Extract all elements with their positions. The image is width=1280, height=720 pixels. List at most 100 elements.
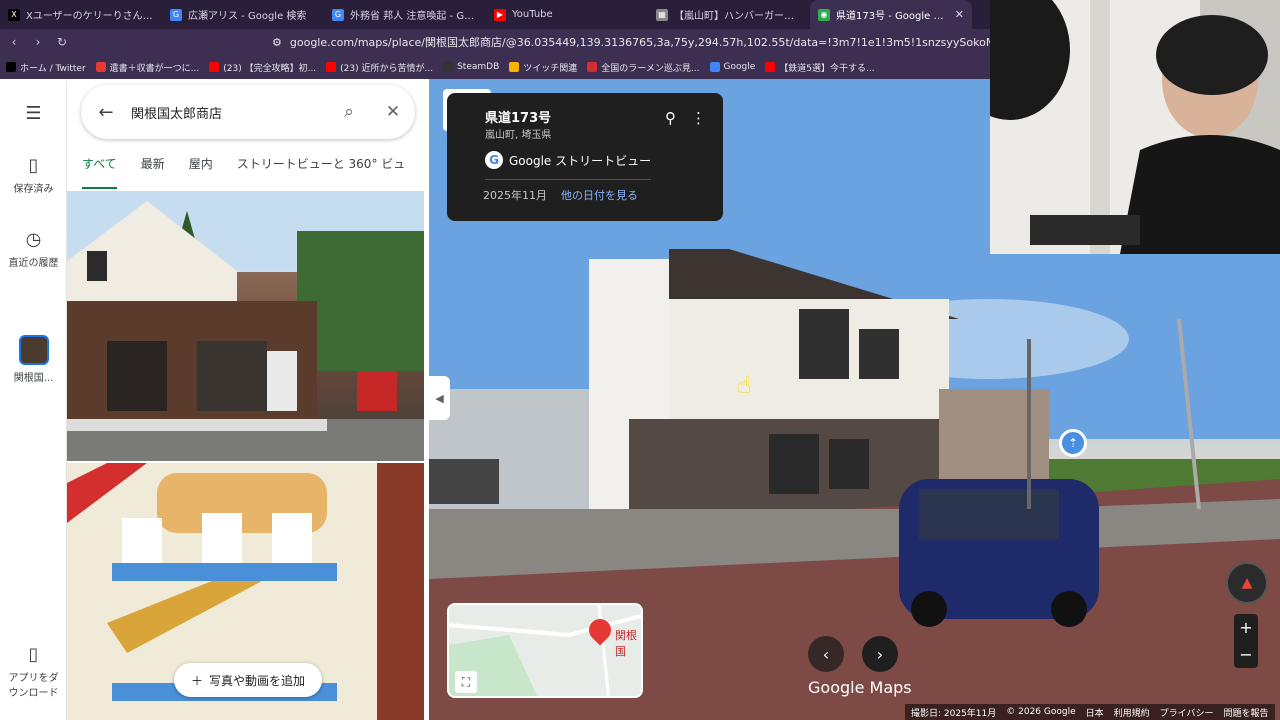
bookmark-label: SteamDB — [457, 62, 500, 72]
chevron-left-icon: ◀ — [435, 391, 444, 405]
bookmark-favicon-icon — [765, 62, 776, 72]
forward-icon[interactable]: › — [28, 35, 48, 49]
recent-button[interactable]: ◷ 直近の履歴 — [0, 229, 67, 269]
tab-title: 【嵐山町】ハンバーガーの自販機を発見! — [674, 11, 802, 22]
tab-3[interactable]: ▶ YouTube — [486, 0, 648, 29]
left-rail: ☰ ▯ 保存済み ◷ 直近の履歴 関根国... ▯ アプリをダウンロード — [0, 79, 67, 720]
search-box[interactable]: ← 関根国太郎商店 ⌕ ✕ — [81, 85, 415, 139]
previous-arrow-button[interactable]: ‹ — [808, 636, 844, 672]
plus-icon: ＋ — [190, 673, 203, 688]
tab-2[interactable]: G 外務省 邦人 注意喚起 - Google 検索 — [324, 0, 486, 29]
copyright: © 2026 Google — [1006, 707, 1076, 717]
close-tab-icon[interactable]: ✕ — [955, 8, 964, 21]
location-info-card: 県道173号 嵐山町, 埼玉県 ⚲ ⋮ G Google ストリートビュー 20… — [447, 93, 723, 221]
pin-icon[interactable]: ⚲ — [665, 109, 676, 127]
search-icon[interactable]: ⌕ — [327, 102, 371, 122]
upload-marker-icon[interactable]: ⇡ — [1059, 429, 1087, 457]
add-photo-label: 写真や動画を追加 — [209, 673, 306, 688]
place-thumbnail — [18, 335, 49, 365]
bookmark-item[interactable]: (23) 【完全攻略】初... — [209, 61, 316, 74]
tab-favicon-icon: G — [170, 8, 182, 21]
add-photo-button[interactable]: ＋ 写真や動画を追加 — [174, 663, 322, 697]
bookmark-label: (23) 近所から苦情が... — [340, 63, 434, 74]
tab-streetview[interactable]: ストリートビューと 360° ビュ — [237, 155, 406, 191]
back-arrow-icon[interactable]: ← — [81, 102, 131, 123]
bookmark-favicon-icon — [709, 62, 720, 72]
more-options-icon[interactable]: ⋮ — [691, 109, 706, 127]
tab-title: Xユーザーのケリーりさん「夏 https://t.co/ — [26, 11, 154, 22]
compass-button[interactable]: ▲ — [1226, 562, 1268, 604]
saved-button[interactable]: ▯ 保存済み — [0, 155, 67, 195]
photo-filter-tabs: すべて 最新 屋内 ストリートビューと 360° ビュ — [67, 155, 429, 191]
bookmark-item[interactable]: Google — [709, 62, 756, 72]
site-info-icon[interactable]: ⚙ — [272, 36, 282, 49]
google-logo-icon: G — [485, 151, 503, 169]
bookmark-item[interactable]: SteamDB — [443, 62, 499, 72]
close-icon[interactable]: ✕ — [371, 102, 415, 122]
expand-icon[interactable]: ⛶ — [455, 671, 477, 693]
tab-0[interactable]: X Xユーザーのケリーりさん「夏 https://t.co/ — [0, 0, 162, 29]
bookmark-favicon-icon — [209, 62, 220, 72]
shop-photo-image — [67, 191, 424, 461]
road-title: 県道173号 — [485, 111, 552, 126]
menu-button[interactable]: ☰ — [0, 103, 67, 128]
bookmarks-bar: ホーム / Twitter 遺書＋収書が一つに... (23) 【完全攻略】初...… — [0, 55, 990, 79]
bookmark-item[interactable]: 全国のラーメン巡ぶ見... — [587, 61, 700, 74]
bookmark-item[interactable]: (23) 近所から苦情が... — [326, 61, 433, 74]
tab-latest[interactable]: 最新 — [141, 155, 165, 191]
streetview-attribution: G Google ストリートビュー — [485, 151, 651, 169]
capture-info: 撮影日: 2025年11月 — [911, 708, 997, 719]
country-link[interactable]: 日本 — [1086, 706, 1104, 719]
tab-favicon-icon: ◉ — [818, 8, 830, 21]
download-label: アプリをダウンロード — [8, 673, 59, 699]
search-input[interactable]: 関根国太郎商店 — [131, 103, 327, 122]
bookmark-item[interactable]: ホーム / Twitter — [6, 61, 86, 74]
google-maps-logo: Google Maps — [808, 678, 912, 697]
divider — [485, 179, 651, 180]
bookmark-label: 【鉄道5選】今干する... — [779, 63, 875, 74]
tab-1[interactable]: G 広瀬アリス - Google 検索 — [162, 0, 324, 29]
tab-favicon-icon: ▦ — [656, 8, 668, 21]
other-dates-link[interactable]: 他の日付を見る — [561, 187, 638, 203]
tab-title: 広瀬アリス - Google 検索 — [188, 11, 307, 22]
bookmark-favicon-icon — [509, 62, 520, 72]
bookmark-favicon-icon — [6, 62, 16, 72]
tab-indoor[interactable]: 屋内 — [189, 155, 213, 191]
bookmark-label: 全国のラーメン巡ぶ見... — [601, 63, 700, 74]
collapse-panel-button[interactable]: ◀ — [429, 376, 450, 420]
tab-favicon-icon: X — [8, 8, 20, 21]
next-arrow-button[interactable]: › — [862, 636, 898, 672]
privacy-link[interactable]: プライバシー — [1160, 706, 1214, 719]
tab-all[interactable]: すべて — [82, 155, 117, 189]
bookmark-item[interactable]: 【鉄道5選】今干する... — [765, 61, 875, 74]
bookmark-item[interactable]: 遺書＋収書が一つに... — [95, 61, 200, 74]
service-label: Google ストリートビュー — [509, 153, 652, 168]
recent-place[interactable]: 関根国... — [0, 335, 67, 384]
address-bar[interactable]: ⚙ google.com/maps/place/関根国太郎商店/@36.0354… — [272, 34, 990, 50]
bookmark-label: 遺書＋収書が一つに... — [109, 63, 200, 74]
hand-cursor-icon: ☝ — [737, 371, 752, 399]
capture-date: 2025年11月 — [483, 189, 547, 202]
streamer-webcam-image — [990, 0, 1280, 254]
zoom-out-button[interactable]: − — [1234, 641, 1258, 668]
minimap-image — [449, 605, 641, 696]
recent-place-label: 関根国... — [13, 373, 54, 384]
zoom-in-button[interactable]: + — [1234, 614, 1258, 641]
reload-icon[interactable]: ↻ — [52, 35, 72, 49]
shop-photo[interactable] — [67, 191, 424, 461]
phone-icon: ▯ — [28, 644, 39, 665]
minimap[interactable]: 関根国 ⛶ — [447, 603, 643, 698]
chevron-right-icon: › — [876, 644, 884, 664]
tab-title: 県道173号 - Google マップ — [836, 11, 949, 22]
report-link[interactable]: 問題を報告 — [1223, 706, 1268, 719]
bookmark-label: ホーム / Twitter — [20, 63, 86, 74]
download-button[interactable]: ▯ アプリをダウンロード — [0, 644, 67, 699]
tab-5[interactable]: ◉ 県道173号 - Google マップ ✕ — [810, 0, 972, 29]
back-icon[interactable]: ‹ — [4, 35, 24, 49]
tab-4[interactable]: ▦ 【嵐山町】ハンバーガーの自販機を発見! — [648, 0, 810, 29]
history-icon: ◷ — [25, 229, 42, 250]
bookmark-item[interactable]: ツイッチ関連 — [509, 61, 577, 74]
zoom-controls: + − — [1234, 614, 1258, 668]
terms-link[interactable]: 利用規約 — [1114, 706, 1150, 719]
bookmark-label: Google — [723, 62, 756, 72]
